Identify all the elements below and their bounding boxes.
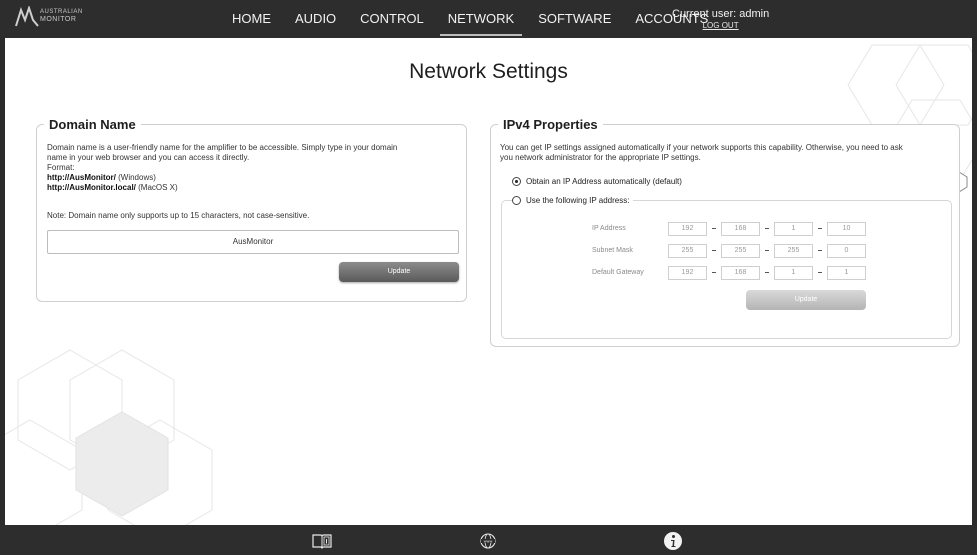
separator: [712, 272, 716, 273]
radio-obtain-automatically[interactable]: Obtain an IP Address automatically (defa…: [512, 177, 682, 186]
ip-address-octet-1[interactable]: 192: [668, 222, 707, 236]
default-gateway-octet-2[interactable]: 168: [721, 266, 760, 280]
nav-home[interactable]: HOME: [220, 0, 283, 38]
page-title: Network Settings: [409, 60, 568, 83]
logo-line1: AUSTRALIAN: [40, 9, 83, 15]
domain-description-line2: name in your web browser and you can acc…: [47, 153, 250, 162]
separator: [712, 250, 716, 251]
subnet-mask-octet-4[interactable]: 0: [827, 244, 866, 258]
subnet-mask-octet-3[interactable]: 255: [774, 244, 813, 258]
domain-update-button[interactable]: Update: [339, 262, 459, 282]
domain-name-legend: Domain Name: [44, 117, 141, 132]
default-gateway-octet-3[interactable]: 1: [774, 266, 813, 280]
separator: [765, 250, 769, 251]
ip-update-button[interactable]: Update: [746, 290, 866, 310]
radio-auto-indicator[interactable]: [512, 177, 521, 186]
nav-software[interactable]: SOFTWARE: [526, 0, 623, 38]
subnet-mask-label: Subnet Mask: [592, 247, 633, 254]
australian-monitor-logo[interactable]: AUSTRALIAN MONITOR: [15, 4, 85, 32]
default-gateway-octet-4[interactable]: 1: [827, 266, 866, 280]
domain-name-input[interactable]: AusMonitor: [47, 230, 459, 254]
svg-text:www: www: [484, 540, 493, 544]
domain-note: Note: Domain name only supports up to 15…: [47, 211, 310, 220]
url-windows: http://AusMonitor/: [47, 173, 116, 182]
manual-book-icon[interactable]: [312, 533, 332, 549]
ip-address-row: IP Address 192 168 1 10: [502, 222, 951, 237]
nav-audio[interactable]: AUDIO: [283, 0, 348, 38]
default-gateway-row: Default Gateway 192 168 1 1: [502, 266, 951, 281]
separator: [765, 272, 769, 273]
url-mac-suffix: (MacOS X): [135, 183, 178, 192]
user-info: Current user: admin LOG OUT: [672, 8, 769, 32]
subnet-mask-octet-2[interactable]: 255: [721, 244, 760, 258]
current-user-label: Current user: admin: [672, 8, 770, 20]
nav-network[interactable]: NETWORK: [436, 0, 526, 38]
ipv4-properties-panel: IPv4 Properties You can get IP settings …: [490, 117, 960, 347]
info-icon[interactable]: [663, 531, 683, 551]
separator: [818, 250, 822, 251]
ip-address-label: IP Address: [592, 225, 626, 232]
ip-address-octet-2[interactable]: 168: [721, 222, 760, 236]
separator: [765, 228, 769, 229]
url-windows-suffix: (Windows): [115, 173, 156, 182]
ipv4-description-line1: You can get IP settings assigned automat…: [500, 143, 903, 152]
domain-description: Domain name is a user-friendly name for …: [47, 143, 462, 193]
ipv4-legend: IPv4 Properties: [498, 117, 603, 132]
radio-manual-label: Use the following IP address:: [526, 196, 630, 205]
separator: [712, 228, 716, 229]
subnet-mask-row: Subnet Mask 255 255 255 0: [502, 244, 951, 259]
ipv4-description: You can get IP settings assigned automat…: [500, 143, 958, 163]
ip-address-octet-3[interactable]: 1: [774, 222, 813, 236]
radio-auto-label: Obtain an IP Address automatically (defa…: [526, 177, 682, 186]
logo-mark-icon: [15, 4, 39, 27]
logout-link[interactable]: LOG OUT: [672, 20, 769, 32]
default-gateway-octet-1[interactable]: 192: [668, 266, 707, 280]
radio-use-following[interactable]: Use the following IP address:: [512, 196, 634, 205]
manual-ip-group: Use the following IP address: IP Address…: [501, 196, 952, 339]
domain-format-windows: http://AusMonitor/ (Windows): [47, 173, 462, 183]
domain-format-mac: http://AusMonitor.local/ (MacOS X): [47, 183, 462, 193]
ip-address-octet-4[interactable]: 10: [827, 222, 866, 236]
logo-line2: MONITOR: [40, 16, 77, 23]
separator: [818, 228, 822, 229]
separator: [818, 272, 822, 273]
domain-description-line1: Domain name is a user-friendly name for …: [47, 143, 398, 152]
subnet-mask-octet-1[interactable]: 255: [668, 244, 707, 258]
url-mac: http://AusMonitor.local/: [47, 183, 136, 192]
domain-format-label: Format:: [47, 163, 75, 172]
main-nav: HOME AUDIO CONTROL NETWORK SOFTWARE ACCO…: [220, 0, 720, 38]
ipv4-description-line2: you network administrator for the approp…: [500, 153, 701, 162]
top-navigation-bar: AUSTRALIAN MONITOR HOME AUDIO CONTROL NE…: [0, 0, 977, 38]
radio-manual-indicator[interactable]: [512, 196, 521, 205]
nav-control[interactable]: CONTROL: [348, 0, 436, 38]
www-globe-icon[interactable]: www: [480, 533, 496, 549]
default-gateway-label: Default Gateway: [592, 269, 644, 276]
domain-name-panel: Domain Name Domain name is a user-friend…: [36, 117, 467, 302]
